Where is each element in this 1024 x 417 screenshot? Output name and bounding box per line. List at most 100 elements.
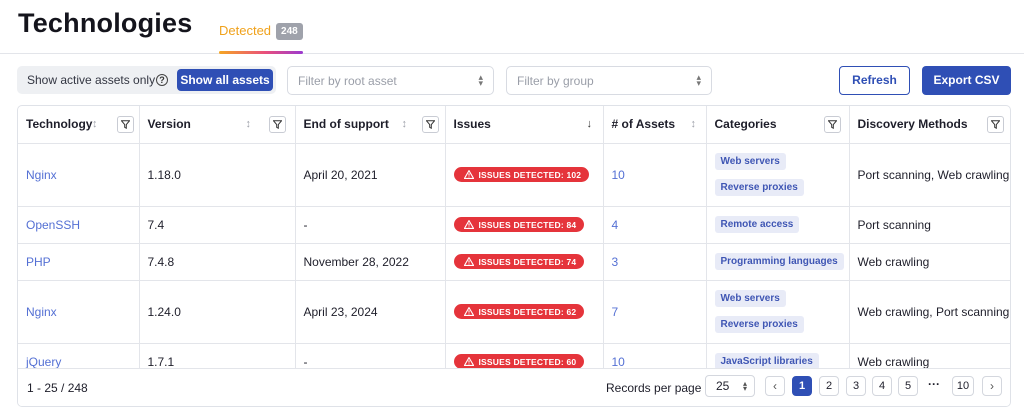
table-row[interactable]: PHP 7.4.8 November 28, 2022 ISSUES DETEC… bbox=[18, 243, 1010, 281]
column-label: Technology bbox=[26, 117, 93, 132]
discovery-methods-cell: Port scanning bbox=[849, 206, 1010, 244]
toolbar: Show active assets only ? Show all asset… bbox=[17, 66, 1011, 96]
column-header-assets[interactable]: # of Assets ↕ bbox=[603, 106, 707, 144]
question-circle-icon[interactable]: ? bbox=[156, 74, 168, 86]
category-tag[interactable]: Remote access bbox=[714, 216, 800, 233]
assets-count-link[interactable]: 4 bbox=[612, 218, 619, 232]
filter-icon[interactable] bbox=[823, 116, 841, 133]
select-arrows-icon: ▴ ▾ bbox=[478, 72, 483, 88]
chevron-right-icon: › bbox=[990, 379, 994, 393]
pagination-ellipsis: ··· bbox=[928, 377, 940, 391]
version-cell: 7.4 bbox=[139, 206, 296, 244]
next-page-button[interactable]: › bbox=[982, 376, 1002, 396]
tab-detected[interactable]: Detected 248 bbox=[219, 22, 303, 54]
page-button-1[interactable]: 1 bbox=[792, 376, 812, 396]
filter-icon[interactable] bbox=[421, 116, 439, 133]
technology-link[interactable]: OpenSSH bbox=[26, 218, 80, 232]
version-cell: 7.4.8 bbox=[139, 243, 296, 281]
filter-icon[interactable] bbox=[268, 116, 286, 133]
issues-badge[interactable]: ISSUES DETECTED: 84 bbox=[453, 217, 585, 232]
tab-detected-count-badge: 248 bbox=[276, 23, 303, 40]
page-button-2[interactable]: 2 bbox=[819, 376, 839, 396]
asset-visibility-toggle: Show active assets only ? Show all asset… bbox=[17, 66, 276, 94]
technology-link[interactable]: Nginx bbox=[26, 168, 57, 182]
sort-icon[interactable]: ↕ bbox=[246, 118, 252, 130]
column-label: Categories bbox=[714, 117, 777, 132]
table-header-row: Technology ↕ Version ↕ End of support ↕ bbox=[18, 106, 1010, 144]
issues-badge-label: ISSUES DETECTED: 60 bbox=[478, 356, 577, 367]
column-header-version[interactable]: Version ↕ bbox=[139, 106, 296, 144]
technology-link[interactable]: PHP bbox=[26, 255, 51, 269]
issues-badge[interactable]: ISSUES DETECTED: 62 bbox=[453, 304, 585, 319]
column-label: End of support bbox=[303, 117, 389, 132]
export-csv-button[interactable]: Export CSV bbox=[922, 66, 1011, 95]
column-header-end-of-support[interactable]: End of support ↕ bbox=[295, 106, 446, 144]
group-filter-input[interactable] bbox=[507, 67, 711, 94]
warning-triangle-icon bbox=[463, 220, 474, 229]
filter-icon[interactable] bbox=[117, 116, 134, 133]
issues-badge[interactable]: ISSUES DETECTED: 74 bbox=[453, 254, 585, 269]
records-range: 1 - 25 / 248 bbox=[27, 381, 88, 395]
page-header: Technologies Detected 248 bbox=[0, 0, 1024, 54]
column-label: Issues bbox=[453, 117, 491, 132]
records-per-page-value: 25 bbox=[716, 379, 730, 393]
tab-detected-label: Detected bbox=[219, 23, 272, 38]
column-header-issues[interactable]: Issues ↓ bbox=[445, 106, 604, 144]
category-tag[interactable]: Reverse proxies bbox=[714, 179, 804, 196]
discovery-methods-cell: Port scanning, Web crawling bbox=[849, 143, 1010, 207]
issues-badge[interactable]: ISSUES DETECTED: 60 bbox=[453, 354, 585, 369]
version-cell: 1.18.0 bbox=[139, 143, 296, 207]
version-cell: 1.24.0 bbox=[139, 280, 296, 344]
page-button-4[interactable]: 4 bbox=[872, 376, 892, 396]
records-per-page-select[interactable]: 25 ▴ ▾ bbox=[705, 375, 755, 397]
end-of-support-cell: April 20, 2021 bbox=[295, 143, 446, 207]
show-all-assets-button[interactable]: Show all assets bbox=[177, 69, 273, 91]
prev-page-button[interactable]: ‹ bbox=[765, 376, 785, 396]
column-header-technology[interactable]: Technology ↕ bbox=[18, 106, 140, 144]
category-tag[interactable]: Reverse proxies bbox=[714, 316, 804, 333]
technologies-table: Technology ↕ Version ↕ End of support ↕ bbox=[17, 105, 1011, 407]
page-button-5[interactable]: 5 bbox=[898, 376, 918, 396]
page-button-3[interactable]: 3 bbox=[846, 376, 866, 396]
table-row[interactable]: OpenSSH 7.4 - ISSUES DETECTED: 84 4 Remo… bbox=[18, 206, 1010, 244]
sort-icon[interactable]: ↕ bbox=[92, 118, 98, 130]
category-tag[interactable]: Programming languages bbox=[714, 253, 844, 270]
column-header-categories[interactable]: Categories bbox=[706, 106, 850, 144]
table-row[interactable]: Nginx 1.24.0 April 23, 2024 ISSUES DETEC… bbox=[18, 280, 1010, 344]
sort-icon[interactable]: ↕ bbox=[691, 118, 697, 130]
group-filter[interactable]: ▴▾ bbox=[506, 66, 712, 95]
assets-count-link[interactable]: 10 bbox=[612, 168, 625, 182]
chevron-left-icon: ‹ bbox=[773, 379, 777, 393]
root-asset-filter-input[interactable] bbox=[288, 67, 493, 94]
filter-icon[interactable] bbox=[986, 116, 1004, 133]
table-row[interactable]: Nginx 1.18.0 April 20, 2021 ISSUES DETEC… bbox=[18, 143, 1010, 207]
root-asset-filter[interactable]: ▴▾ bbox=[287, 66, 494, 95]
select-arrows-icon: ▴ ▾ bbox=[696, 72, 701, 88]
discovery-methods-cell: Web crawling, Port scanning bbox=[849, 280, 1010, 344]
warning-triangle-icon bbox=[463, 257, 474, 266]
end-of-support-cell: April 23, 2024 bbox=[295, 280, 446, 344]
discovery-methods-cell: Web crawling bbox=[849, 243, 1010, 281]
issues-badge-label: ISSUES DETECTED: 74 bbox=[478, 256, 577, 267]
assets-count-link[interactable]: 3 bbox=[612, 255, 619, 269]
category-tag[interactable]: Web servers bbox=[714, 290, 786, 307]
column-header-discovery-methods[interactable]: Discovery Methods bbox=[849, 106, 1010, 144]
issues-badge-label: ISSUES DETECTED: 62 bbox=[478, 306, 577, 317]
assets-count-link[interactable]: 10 bbox=[612, 355, 625, 369]
technologies-page: Technologies Detected 248 Show active as… bbox=[0, 0, 1024, 417]
category-tag[interactable]: Web servers bbox=[714, 153, 786, 170]
warning-triangle-icon bbox=[463, 357, 474, 366]
end-of-support-cell: November 28, 2022 bbox=[295, 243, 446, 281]
assets-count-link[interactable]: 7 bbox=[612, 305, 619, 319]
records-per-page-label: Records per page bbox=[606, 381, 702, 395]
issues-badge[interactable]: ISSUES DETECTED: 102 bbox=[453, 167, 590, 182]
sort-descending-icon[interactable]: ↓ bbox=[587, 118, 593, 130]
technology-link[interactable]: jQuery bbox=[26, 355, 61, 369]
technology-link[interactable]: Nginx bbox=[26, 305, 57, 319]
sort-icon[interactable]: ↕ bbox=[402, 118, 408, 130]
show-active-assets-option[interactable]: Show active assets only bbox=[27, 73, 155, 87]
issues-badge-label: ISSUES DETECTED: 102 bbox=[478, 169, 582, 180]
warning-triangle-icon bbox=[463, 170, 474, 179]
refresh-button[interactable]: Refresh bbox=[839, 66, 910, 95]
page-button-last[interactable]: 10 bbox=[952, 376, 974, 396]
